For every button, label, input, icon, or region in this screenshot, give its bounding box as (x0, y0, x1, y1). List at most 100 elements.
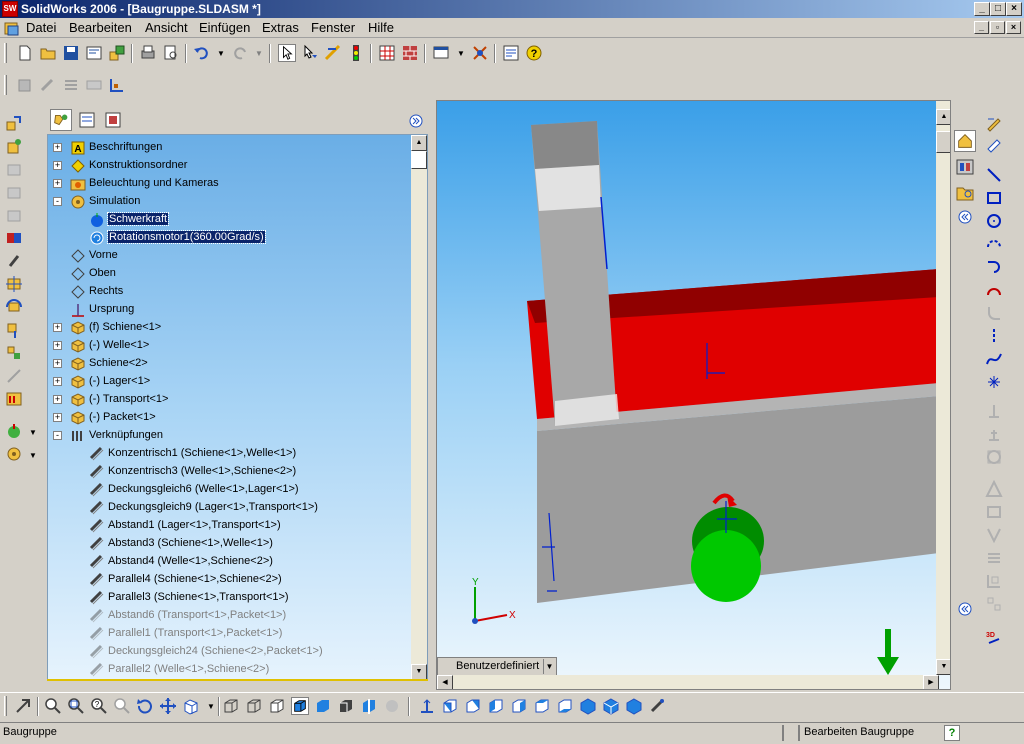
mate-tool-icon[interactable] (39, 76, 57, 94)
menu-einfuegen[interactable]: Einfügen (199, 20, 250, 35)
menu-fenster[interactable]: Fenster (311, 20, 355, 35)
sketch-icon[interactable] (985, 114, 1003, 132)
tree-item[interactable]: + Konstruktionsordner (48, 157, 413, 175)
isometric-view-icon[interactable] (579, 697, 597, 715)
edit-component-icon[interactable] (5, 114, 23, 132)
view-orientation-dropdown[interactable]: Benutzerdefiniert ▼ (437, 657, 557, 676)
tree-item[interactable]: Schwerkraft (48, 211, 413, 229)
gravity-arrow-head[interactable] (877, 657, 899, 675)
tree-item[interactable]: + A Beschriftungen (48, 139, 413, 157)
zoom-to-fit-icon[interactable] (44, 697, 62, 715)
redo-icon[interactable] (231, 44, 249, 62)
traffic-light-icon[interactable] (347, 44, 365, 62)
tree-item[interactable]: + (-) Welle<1> (48, 337, 413, 355)
toolbar-grip[interactable] (4, 43, 7, 63)
toolbar-grip[interactable] (4, 696, 7, 716)
minimize-button[interactable]: _ (974, 2, 990, 16)
tree-item[interactable]: Parallel3 (Schiene<1>,Transport<1>) (48, 589, 413, 607)
left-view-icon[interactable] (487, 697, 505, 715)
help-icon[interactable]: ? (525, 44, 543, 62)
interference-icon[interactable] (5, 390, 23, 408)
change-transparency-icon[interactable] (5, 183, 23, 201)
front-view-icon[interactable] (441, 697, 459, 715)
3d-sketch-icon[interactable]: 3D (985, 628, 1003, 646)
menu-bearbeiten[interactable]: Bearbeiten (69, 20, 132, 35)
move-component-icon[interactable] (5, 275, 23, 293)
back-view-icon[interactable] (464, 697, 482, 715)
scroll-thumb[interactable] (936, 131, 950, 153)
smart-fastener-icon[interactable] (5, 321, 23, 339)
graphics-viewport[interactable]: Y X Benutzerdefiniert ▼ ◀ ▶ ▲ ▼ (436, 100, 951, 690)
mate-icon[interactable] (5, 229, 23, 247)
paperclip-mate-icon[interactable] (5, 252, 23, 270)
mdi-restore-button[interactable]: ▫ (990, 21, 1005, 34)
point-icon[interactable] (985, 373, 1003, 391)
tree-item[interactable]: + (-) Transport<1> (48, 391, 413, 409)
scroll-left-button[interactable]: ◀ (437, 675, 453, 689)
expand-icon[interactable]: + (53, 359, 62, 368)
expand-icon[interactable]: + (53, 413, 62, 422)
design-library-icon[interactable] (954, 156, 976, 178)
menu-hilfe[interactable]: Hilfe (368, 20, 394, 35)
expand-icon[interactable]: + (53, 395, 62, 404)
previous-view-icon[interactable] (14, 697, 32, 715)
bottom-view-icon[interactable] (556, 697, 574, 715)
scroll-up-button[interactable]: ▲ (411, 135, 427, 151)
shadows-icon[interactable] (337, 697, 355, 715)
rebuild-icon[interactable] (324, 44, 342, 62)
quick-tips-help-icon[interactable]: ? (944, 725, 960, 741)
tree-item[interactable]: Parallel4 (Schiene<1>,Schiene<2>) (48, 571, 413, 589)
make-assembly-icon[interactable] (108, 44, 126, 62)
rotate-view-icon[interactable] (136, 697, 154, 715)
customize-icon[interactable] (471, 44, 489, 62)
menu-extras[interactable]: Extras (262, 20, 299, 35)
collapse-icon[interactable]: - (53, 197, 62, 206)
brick-icon[interactable] (401, 44, 419, 62)
undo-dropdown-icon[interactable]: ▼ (217, 49, 225, 58)
expand-panel-icon[interactable] (409, 114, 423, 128)
tree-item[interactable]: Konzentrisch1 (Schiene<1>,Welle<1>) (48, 445, 413, 463)
orientation-dropdown-icon[interactable]: ▼ (207, 702, 215, 711)
tree-item[interactable]: Rechts (48, 283, 413, 301)
top-view-icon[interactable] (533, 697, 551, 715)
dimetric-view-icon[interactable] (625, 697, 643, 715)
new-icon[interactable] (16, 44, 34, 62)
shaded-icon[interactable] (314, 697, 332, 715)
grid-icon[interactable] (378, 44, 396, 62)
mirror-icon[interactable] (985, 425, 1003, 443)
right-view-icon[interactable] (510, 697, 528, 715)
print-icon[interactable] (139, 44, 157, 62)
tree-item[interactable]: + Beleuchtung und Kameras (48, 175, 413, 193)
hide-show-icon[interactable] (5, 160, 23, 178)
hidden-lines-removed-icon[interactable] (268, 697, 286, 715)
zoom-to-area-icon[interactable] (67, 697, 85, 715)
offset-icon[interactable] (985, 448, 1003, 466)
pattern-sketch-icon[interactable] (985, 595, 1003, 613)
tree-item[interactable]: Vorne (48, 247, 413, 265)
pattern-icon[interactable] (85, 76, 103, 94)
tree-item[interactable]: Rotationsmotor1(360.00Grad/s) (48, 229, 413, 247)
tree-item[interactable]: - Simulation (48, 193, 413, 211)
save-icon[interactable] (62, 44, 80, 62)
expand-icon[interactable]: + (53, 161, 62, 170)
tree-item[interactable]: + (-) Lager<1> (48, 373, 413, 391)
expand-icon[interactable]: + (53, 179, 62, 188)
configuration-manager-tab[interactable] (102, 109, 124, 131)
viewport-vscrollbar[interactable]: ▲ ▼ (936, 101, 950, 675)
tree-item[interactable]: + (f) Schiene<1> (48, 319, 413, 337)
insert-components-icon[interactable] (5, 137, 23, 155)
print-preview-icon[interactable] (162, 44, 180, 62)
three-point-arc-icon[interactable] (985, 281, 1003, 299)
maximize-button[interactable]: □ (990, 2, 1006, 16)
section-view-icon[interactable] (360, 697, 378, 715)
scroll-down-button[interactable]: ▼ (411, 664, 427, 680)
viewport-hscrollbar[interactable]: ◀ ▶ (437, 675, 939, 689)
centerline-icon[interactable] (985, 327, 1003, 345)
spline-icon[interactable] (985, 350, 1003, 368)
realview-icon[interactable] (383, 697, 401, 715)
properties-icon[interactable] (502, 44, 520, 62)
scroll-down-button[interactable]: ▼ (936, 659, 950, 675)
construction-geometry-icon[interactable] (985, 402, 1003, 420)
extend-icon[interactable] (985, 549, 1003, 567)
collapse-pane-icon-bottom[interactable] (958, 602, 972, 616)
